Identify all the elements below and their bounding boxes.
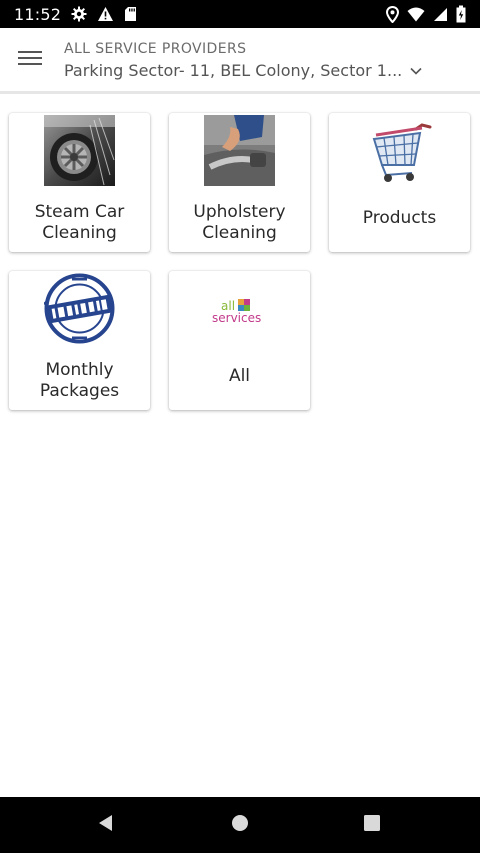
tile-label: Upholstery Cleaning: [169, 202, 310, 244]
app-bar: ALL SERVICE PROVIDERS Parking Sector- 11…: [0, 28, 480, 94]
tile-label: Steam Car Cleaning: [9, 202, 150, 244]
tile-label-line: Upholstery: [193, 202, 286, 222]
home-icon: [231, 814, 249, 837]
chevron-down-icon: [410, 67, 422, 75]
location-pin-icon: [386, 5, 399, 23]
hamburger-menu-icon: [18, 50, 42, 71]
tile-label-line: Cleaning: [42, 223, 117, 243]
tile-label-line: Monthly: [45, 360, 114, 380]
battery-icon: [456, 5, 466, 23]
back-button[interactable]: [92, 811, 120, 839]
status-time: 11:52: [14, 4, 62, 24]
signal-icon: [433, 7, 448, 22]
recents-icon: [363, 814, 381, 837]
tile-upholstery-cleaning[interactable]: Upholstery Cleaning: [169, 113, 310, 252]
menu-button[interactable]: [12, 44, 48, 76]
page-title: ALL SERVICE PROVIDERS: [64, 41, 247, 57]
shopping-cart-image: [364, 115, 435, 186]
status-bar: 11:52: [0, 0, 480, 28]
back-icon: [96, 813, 116, 838]
all-services-logo: all services: [204, 273, 275, 344]
tile-all[interactable]: all services All: [169, 271, 310, 410]
status-left-icons: [71, 6, 137, 22]
wifi-icon: [407, 7, 425, 22]
tile-label: Monthly Packages: [9, 360, 150, 402]
warning-icon: [97, 6, 114, 22]
header-text: ALL SERVICE PROVIDERS Parking Sector- 11…: [64, 40, 464, 82]
gear-icon: [71, 6, 87, 22]
tile-monthly-packages[interactable]: Monthly Packages: [9, 271, 150, 410]
location-text: Parking Sector- 11, BEL Colony, Sector 1…: [64, 61, 403, 80]
home-button[interactable]: [226, 811, 254, 839]
tile-label-line: All: [228, 366, 251, 386]
tile-label-line: Cleaning: [202, 223, 277, 243]
tile-label-line: Steam Car: [34, 202, 125, 222]
tile-label-line: Packages: [39, 381, 120, 401]
tile-label: All: [169, 366, 310, 387]
tile-steam-car-cleaning[interactable]: Steam Car Cleaning: [9, 113, 150, 252]
sd-card-icon: [124, 6, 137, 22]
tile-label-line: Products: [362, 208, 437, 228]
recents-button[interactable]: [358, 811, 386, 839]
monthly-stamp-image: [44, 273, 115, 344]
upholstery-vacuum-image: [204, 115, 275, 186]
car-wheel-image: [44, 115, 115, 186]
tile-products[interactable]: Products: [329, 113, 470, 252]
location-selector[interactable]: Parking Sector- 11, BEL Colony, Sector 1…: [64, 60, 464, 82]
system-nav-bar: [0, 797, 480, 853]
status-right-icons: [386, 5, 466, 23]
tile-label: Products: [329, 208, 470, 229]
logo-text-services: services: [212, 311, 261, 325]
